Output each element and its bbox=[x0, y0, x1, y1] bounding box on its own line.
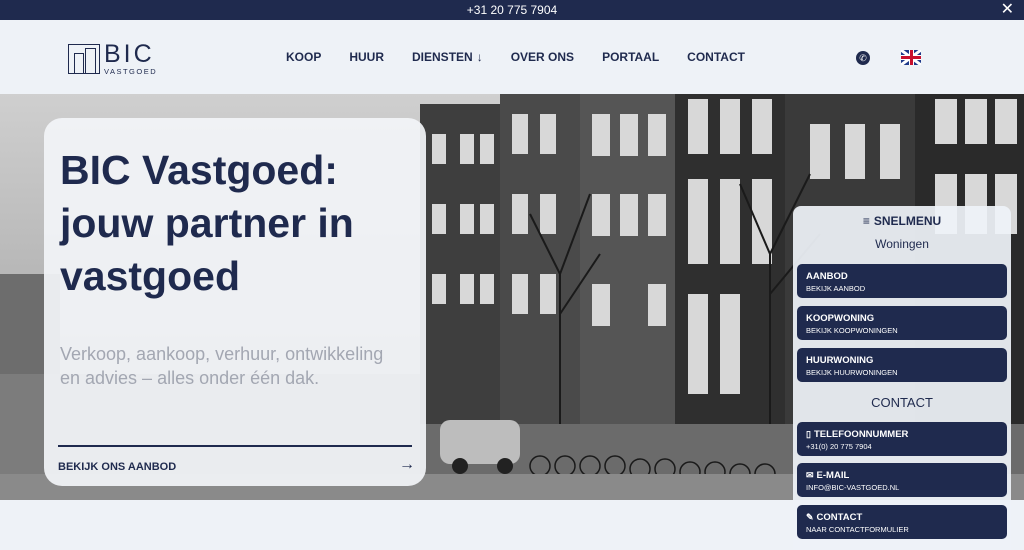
quick-menu-title: ≡ SNELMENU bbox=[862, 214, 942, 228]
form-icon: ✎ bbox=[806, 512, 814, 522]
quick-menu-item-contact[interactable]: ✎ CONTACT NAAR CONTACTFORMULIER bbox=[797, 505, 1007, 539]
quick-menu-subtitle: Woningen bbox=[875, 237, 929, 251]
hero-title: BIC Vastgoed: jouw partner in vastgoed bbox=[60, 147, 354, 299]
nav-item-koop[interactable]: KOOP bbox=[286, 50, 321, 64]
phone-icon[interactable]: ✆ bbox=[856, 51, 870, 65]
quick-menu-item-huurwoning[interactable]: HUURWONING BEKIJK HUURWONINGEN bbox=[797, 348, 1007, 382]
logo[interactable]: BIC VASTGOED bbox=[68, 42, 157, 76]
quick-menu-contact-heading: CONTACT bbox=[871, 395, 933, 410]
quick-menu-item-koopwoning[interactable]: KOOPWONING BEKIJK KOOPWONINGEN bbox=[797, 306, 1007, 340]
quick-menu-item-telefoon[interactable]: ▯ TELEFOONNUMMER +31(0) 20 775 7904 bbox=[797, 422, 1007, 456]
top-bar-phone[interactable]: +31 20 775 7904 bbox=[467, 3, 557, 17]
nav-item-huur[interactable]: HUUR bbox=[349, 50, 384, 64]
divider bbox=[58, 445, 412, 447]
nav-item-over-ons[interactable]: OVER ONS bbox=[511, 50, 574, 64]
quick-menu-item-aanbod[interactable]: AANBOD BEKIJK AANBOD bbox=[797, 264, 1007, 298]
uk-flag-icon[interactable] bbox=[901, 50, 921, 65]
arrow-down-icon: ↓ bbox=[476, 50, 483, 64]
quick-menu: ≡ SNELMENU Woningen AANBOD BEKIJK AANBOD … bbox=[793, 206, 1011, 550]
close-icon[interactable]: ✕ bbox=[1001, 1, 1014, 19]
nav-item-diensten-label: DIENSTEN bbox=[412, 50, 473, 64]
hero-subtitle: Verkoop, aankoop, verhuur, ontwikkeling … bbox=[60, 344, 384, 388]
logo-name: BIC bbox=[104, 40, 155, 68]
menu-icon: ≡ bbox=[862, 214, 870, 228]
top-bar: +31 20 775 7904 ✕ bbox=[0, 0, 1024, 20]
main-nav: KOOP HUUR DIENSTEN ↓ OVER ONS PORTAAL CON… bbox=[286, 50, 745, 64]
site-header: BIC VASTGOED KOOP HUUR DIENSTEN ↓ OVER ON… bbox=[0, 20, 1024, 94]
view-offer-link[interactable]: BEKIJK ONS AANBOD bbox=[58, 461, 176, 473]
nav-item-diensten[interactable]: DIENSTEN ↓ bbox=[412, 50, 483, 64]
nav-item-portaal[interactable]: PORTAAL bbox=[602, 50, 659, 64]
envelope-icon: ✉ bbox=[806, 470, 814, 480]
logo-tagline: VASTGOED bbox=[104, 67, 158, 76]
nav-item-contact[interactable]: CONTACT bbox=[687, 50, 745, 64]
logo-mark-icon bbox=[68, 43, 100, 74]
phone-icon: ▯ bbox=[806, 429, 811, 439]
quick-menu-item-email[interactable]: ✉ E-MAIL INFO@BIC-VASTGOED.NL bbox=[797, 463, 1007, 497]
hero-card: BIC Vastgoed: jouw partner in vastgoed V… bbox=[44, 118, 426, 486]
arrow-right-icon[interactable]: → bbox=[399, 456, 415, 474]
